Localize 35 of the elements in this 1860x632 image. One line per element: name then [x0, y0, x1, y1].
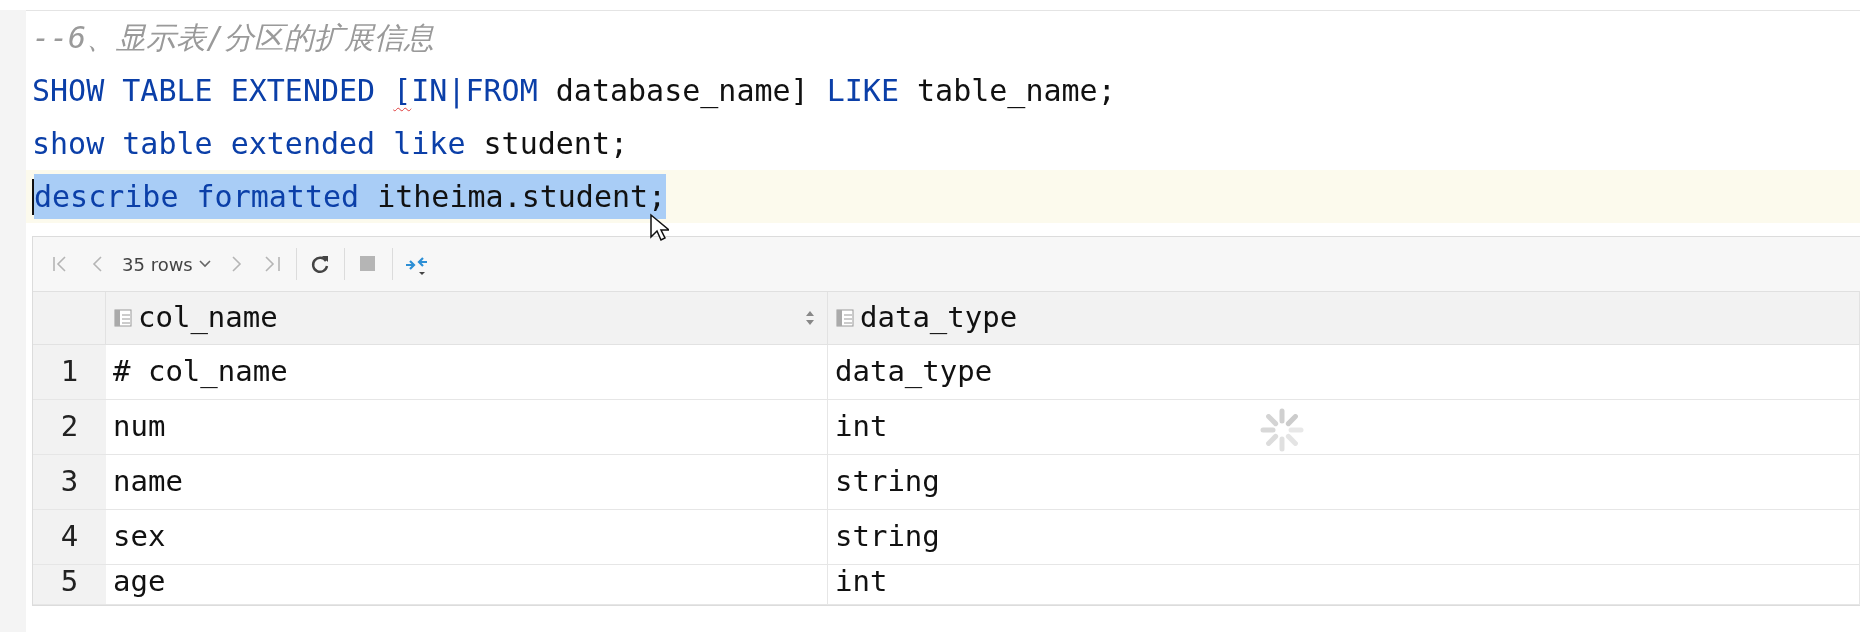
table-cell: age [106, 565, 828, 605]
column-name: data_type [860, 299, 1018, 337]
code-text: table_name; [917, 72, 1116, 111]
table-cell: int [828, 400, 1860, 455]
caret-icon [196, 258, 213, 270]
code-text: describe formatted [34, 178, 361, 216]
code-text: [ [393, 72, 412, 110]
table-cell: # col_name [106, 345, 828, 400]
table-column-icon [114, 309, 132, 327]
table-column-icon [836, 309, 854, 327]
code-text: itheima.student; [377, 178, 667, 216]
row-number: 4 [33, 510, 106, 565]
row-number: 5 [33, 565, 106, 605]
row-number: 1 [33, 345, 106, 400]
row-number: 2 [33, 400, 106, 455]
table-cell: string [828, 510, 1860, 565]
code-text: database_name] [555, 72, 810, 111]
code-text: LIKE [826, 72, 900, 110]
table-cell: data_type [828, 345, 1860, 400]
code-text: --6、显示表/分区的扩展信息 [32, 19, 435, 57]
table-cell: sex [106, 510, 828, 565]
column-header[interactable]: data_type [828, 292, 1860, 345]
code-text: show table extended like [32, 125, 467, 163]
table-cell: num [106, 400, 828, 455]
row-number: 3 [33, 455, 106, 510]
table-cell: int [828, 565, 1860, 605]
rows-dropdown[interactable]: 35 rows [116, 246, 219, 282]
table-cell: string [828, 455, 1860, 510]
code-text: student; [483, 125, 629, 163]
code-text: SHOW TABLE EXTENDED [32, 72, 377, 110]
sort-icon[interactable] [805, 310, 815, 326]
table-cell: name [106, 455, 828, 510]
column-name: col_name [138, 299, 278, 337]
column-header[interactable]: col_name [106, 292, 828, 345]
code-text: IN|FROM [411, 72, 539, 111]
